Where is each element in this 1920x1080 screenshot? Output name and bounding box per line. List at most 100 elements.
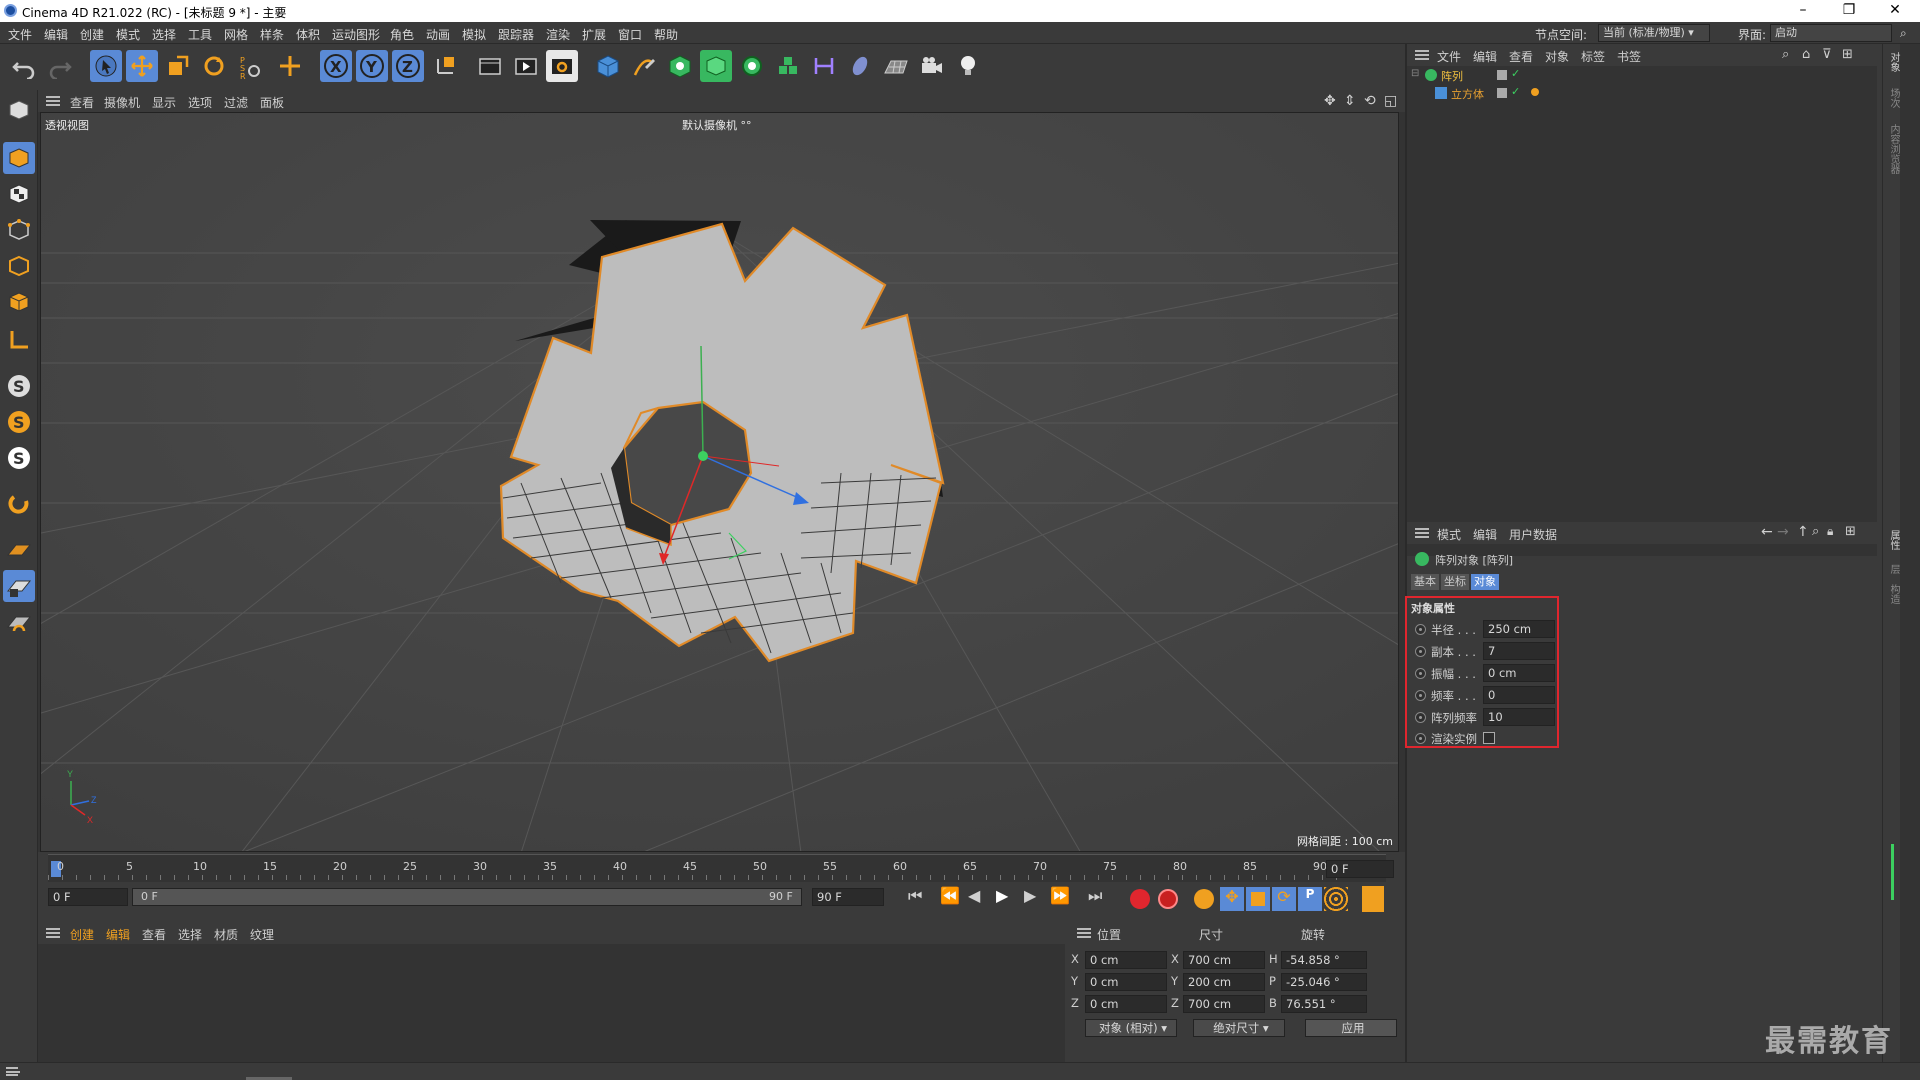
- current-frame-field[interactable]: 0 F: [1326, 860, 1394, 878]
- attr-search-icon[interactable]: ⌕: [1812, 524, 1819, 539]
- redo-icon[interactable]: [44, 50, 76, 82]
- object-name[interactable]: 阵列: [1441, 68, 1463, 84]
- position-y-field[interactable]: 0 cm: [1085, 973, 1167, 991]
- scale-key-icon[interactable]: [1246, 887, 1270, 911]
- material-menu-icon[interactable]: [46, 928, 60, 938]
- menu-extensions[interactable]: 扩展: [582, 26, 606, 43]
- mograph-cloner-icon[interactable]: [772, 50, 804, 82]
- om-menu-tags[interactable]: 标签: [1581, 48, 1605, 65]
- layer-icon[interactable]: [1497, 88, 1507, 98]
- lock-icon[interactable]: 🔒︎: [1827, 524, 1833, 539]
- menu-mograph[interactable]: 运动图形: [332, 26, 380, 43]
- amplitude-field[interactable]: 0 cm: [1483, 664, 1555, 682]
- start-frame-field[interactable]: 0 F: [48, 888, 128, 906]
- rotation-key-icon[interactable]: ⟳: [1272, 887, 1296, 911]
- layout-dropdown[interactable]: 启动: [1770, 24, 1892, 42]
- om-menu-file[interactable]: 文件: [1437, 48, 1461, 65]
- cube-primitive-icon[interactable]: [592, 50, 624, 82]
- coordinate-system-icon[interactable]: [430, 50, 462, 82]
- om-menu-edit[interactable]: 编辑: [1473, 48, 1497, 65]
- om-menu-objects[interactable]: 对象: [1545, 48, 1569, 65]
- size-y-field[interactable]: 200 cm: [1183, 973, 1265, 991]
- menu-simulate[interactable]: 模拟: [462, 26, 486, 43]
- status-menu-icon[interactable]: [6, 1067, 20, 1076]
- menu-render[interactable]: 渲染: [546, 26, 570, 43]
- previous-frame-icon[interactable]: ◀: [968, 886, 980, 905]
- search-icon[interactable]: ⌕: [1900, 26, 1907, 41]
- rotation-p-field[interactable]: -25.046 °: [1281, 973, 1367, 991]
- viewport-rotate-icon[interactable]: ⟲: [1364, 93, 1376, 109]
- array-cloner-icon[interactable]: [736, 50, 768, 82]
- side-tab-content-browser[interactable]: 内容浏览器: [1886, 124, 1901, 174]
- y-axis-lock-icon[interactable]: Y: [356, 50, 388, 82]
- pen-spline-icon[interactable]: [628, 50, 660, 82]
- deformer-icon[interactable]: [808, 50, 840, 82]
- size-z-field[interactable]: 700 cm: [1183, 995, 1265, 1013]
- material-menu-material[interactable]: 材质: [214, 926, 238, 943]
- light-icon[interactable]: [952, 50, 984, 82]
- copies-field[interactable]: 7: [1483, 642, 1555, 660]
- rotate-tool-icon[interactable]: [198, 50, 230, 82]
- object-row-array[interactable]: ⊟ 阵列 ✓: [1407, 66, 1877, 84]
- object-list[interactable]: ⊟ 阵列 ✓ 立方体 ✓: [1407, 66, 1877, 556]
- forward-arrow-icon[interactable]: →: [1777, 524, 1789, 540]
- menu-animate[interactable]: 动画: [426, 26, 450, 43]
- render-instances-checkbox[interactable]: [1483, 732, 1495, 744]
- move-tool-icon[interactable]: [126, 50, 158, 82]
- render-view-icon[interactable]: [474, 50, 506, 82]
- frame-range-slider[interactable]: 0 F 90 F: [132, 888, 802, 906]
- close-button[interactable]: ✕: [1872, 0, 1918, 22]
- coords-menu-icon[interactable]: [1077, 928, 1091, 938]
- om-search-icon[interactable]: ⌕: [1782, 47, 1789, 62]
- z-axis-lock-icon[interactable]: Z: [392, 50, 424, 82]
- camera-icon[interactable]: [916, 50, 948, 82]
- menu-select[interactable]: 选择: [152, 26, 176, 43]
- om-filter-icon[interactable]: ⊽: [1822, 47, 1832, 62]
- minimize-button[interactable]: –: [1780, 0, 1826, 22]
- array-frequency-field[interactable]: 10: [1483, 708, 1555, 726]
- menu-tools[interactable]: 工具: [188, 26, 212, 43]
- size-mode-dropdown[interactable]: 绝对尺寸 ▾: [1193, 1019, 1285, 1037]
- go-to-end-icon[interactable]: ⏭: [1088, 886, 1102, 906]
- render-instances-animate-icon[interactable]: [1415, 733, 1426, 744]
- size-x-field[interactable]: 700 cm: [1183, 951, 1265, 969]
- locked-workplane-icon[interactable]: [3, 570, 35, 602]
- edges-mode-icon[interactable]: [3, 250, 35, 282]
- phong-tag-icon[interactable]: [1531, 88, 1539, 96]
- play-icon[interactable]: ▶: [996, 886, 1008, 905]
- attr-menu-mode[interactable]: 模式: [1437, 526, 1461, 543]
- keyframe-selection-icon[interactable]: [1194, 889, 1214, 909]
- position-x-field[interactable]: 0 cm: [1085, 951, 1167, 969]
- axis-mode-icon[interactable]: [3, 324, 35, 356]
- go-to-start-icon[interactable]: ⏮: [908, 886, 922, 906]
- previous-key-icon[interactable]: ⏪: [940, 886, 960, 905]
- menu-volume[interactable]: 体积: [296, 26, 320, 43]
- side-scroll-indicator[interactable]: [1891, 844, 1894, 900]
- nodespace-dropdown[interactable]: 当前 (标准/物理) ▾: [1598, 24, 1710, 42]
- workplane-icon[interactable]: [3, 534, 35, 566]
- psr-tool-icon[interactable]: PSR: [234, 50, 266, 82]
- timeline-ruler[interactable]: 0 5 10 15 20 25 30 35 40 45 50 55 60 65 …: [48, 854, 1386, 882]
- environment-icon[interactable]: [844, 50, 876, 82]
- menu-help[interactable]: 帮助: [654, 26, 678, 43]
- viewport-menu-panel[interactable]: 面板: [260, 94, 284, 111]
- snap-icon[interactable]: S: [3, 370, 35, 402]
- auto-key-icon[interactable]: [1158, 889, 1178, 909]
- viewport-menu-options[interactable]: 选项: [188, 94, 212, 111]
- object-manager-menu-icon[interactable]: [1415, 50, 1429, 60]
- layer-icon[interactable]: [1497, 70, 1507, 80]
- viewport-menu-cameras[interactable]: 摄像机: [104, 94, 140, 111]
- next-frame-icon[interactable]: ▶: [1024, 886, 1036, 905]
- menu-file[interactable]: 文件: [8, 26, 32, 43]
- viewport-menu-icon[interactable]: [46, 96, 60, 106]
- menu-create[interactable]: 创建: [80, 26, 104, 43]
- render-to-picture-viewer-icon[interactable]: [510, 50, 542, 82]
- next-key-icon[interactable]: ⏩: [1050, 886, 1070, 905]
- viewport-zoom-icon[interactable]: ⇕: [1344, 93, 1356, 109]
- make-editable-icon[interactable]: [3, 94, 35, 126]
- tweak-mode-icon[interactable]: [3, 488, 35, 520]
- attributes-menu-icon[interactable]: [1415, 528, 1429, 538]
- material-menu-select[interactable]: 选择: [178, 926, 202, 943]
- apply-button[interactable]: 应用: [1305, 1019, 1397, 1037]
- menu-edit[interactable]: 编辑: [44, 26, 68, 43]
